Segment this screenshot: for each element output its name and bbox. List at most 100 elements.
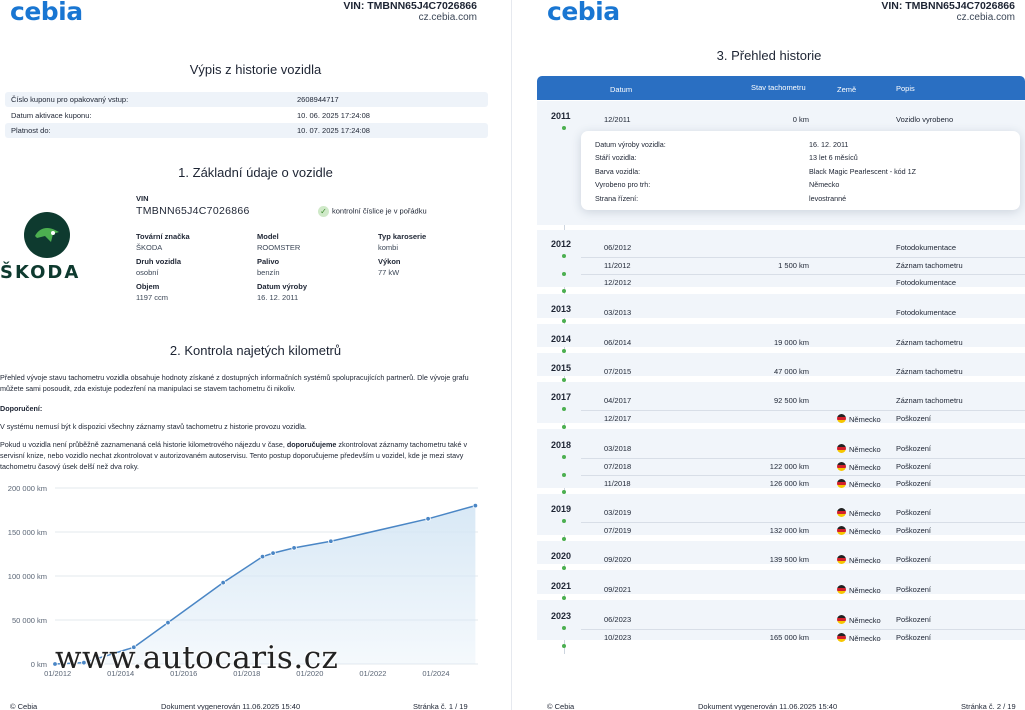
history-description: Záznam tachometru (896, 338, 963, 347)
section-basic-info-title: 1. Základní údaje o vozidle (178, 165, 333, 180)
history-table-header: Datum Stav tachometru Země Popis (537, 76, 1025, 100)
history-country: Německo (837, 525, 881, 536)
header-site[interactable]: cz.cebia.com (881, 12, 1015, 24)
recommendation-detail-a: Pokud u vozidla není průběžně zaznamenan… (0, 440, 287, 449)
detail-value: 16. 12. 2011 (809, 140, 849, 149)
coupon-key: Datum aktivace kuponu: (11, 111, 92, 120)
row-separator (581, 628, 1025, 630)
header-vin: VIN: TMBNN65J4C7026866 (343, 0, 477, 12)
year-label: 2011 (551, 111, 571, 121)
germany-flag-icon (837, 479, 846, 488)
germany-flag-icon (837, 525, 846, 535)
history-country-name: Německo (849, 462, 881, 472)
chart-y-tick-label: 0 km (31, 660, 47, 669)
history-odometer: 165 000 km (769, 632, 809, 642)
history-country: Německo (837, 615, 881, 625)
footer-generated: Dokument vygenerován 11.06.2025 15:40 (161, 702, 301, 710)
row-separator (581, 409, 1025, 411)
germany-flag-icon (837, 555, 846, 564)
timeline-dot (562, 455, 566, 459)
year-label: 2023 (551, 611, 572, 621)
chart-x-tick-label: 01/2024 (422, 669, 449, 678)
history-date: 06/2012 (604, 243, 632, 252)
history-country-name: Německo (849, 633, 881, 643)
row-separator (581, 457, 1025, 459)
history-country-name: Německo (849, 480, 881, 489)
section-mileage-title: 2. Kontrola najetých kilometrů (169, 343, 342, 358)
history-odometer: 139 500 km (769, 555, 809, 564)
history-date: 09/2020 (604, 555, 632, 564)
year-label: 2017 (551, 392, 572, 402)
history-date: 11/2018 (604, 479, 631, 488)
spec-key: Palivo (257, 257, 280, 266)
header-site[interactable]: cz.cebia.com (343, 12, 477, 24)
history-date: 06/2023 (604, 615, 632, 624)
history-date: 12/2011 (604, 115, 631, 124)
mileage-intro-text: Přehled vývoje stavu tachometru vozidla … (0, 373, 469, 393)
chart-data-point (291, 545, 297, 551)
history-date: 06/2014 (604, 338, 632, 347)
history-description: Poškození (896, 525, 932, 535)
history-description: Poškození (896, 508, 932, 517)
year-label: 2018 (551, 440, 572, 450)
timeline-dot (562, 626, 566, 630)
history-date: 12/2017 (604, 413, 632, 423)
history-date: 07/2015 (604, 367, 632, 376)
recommendation-label: Doporučení: (0, 404, 43, 413)
history-description: Poškození (896, 444, 932, 453)
germany-flag-icon (837, 632, 846, 642)
germany-flag-icon (837, 444, 846, 453)
history-description: Poškození (896, 585, 932, 594)
history-odometer: 92 500 km (773, 396, 809, 405)
history-date: 03/2013 (604, 308, 632, 317)
vin-value: TMBNN65J4C7026866 (136, 205, 250, 217)
history-country-name: Německo (849, 526, 881, 536)
history-date: 11/2012 (604, 260, 631, 270)
column-description: Popis (896, 84, 915, 93)
history-description: Záznam tachometru (896, 367, 963, 376)
chart-data-point (328, 538, 334, 544)
history-description: Fotodokumentace (896, 308, 957, 317)
chart-data-point (165, 619, 171, 626)
footer-copyright: © Cebia (10, 702, 38, 710)
skoda-wordmark: ŠKODA (0, 262, 81, 283)
report-page-1: cebia VIN: TMBNN65J4C7026866 cz.cebia.co… (0, 0, 512, 710)
spec-value: osobní (136, 268, 159, 277)
history-description: Poškození (896, 555, 932, 564)
footer-page-number: Stránka č. 1 / 19 (413, 702, 468, 710)
page-title: Výpis z historie vozidla (189, 62, 322, 77)
spec-key: Objem (136, 282, 160, 291)
column-odometer: Stav tachometru (751, 83, 806, 92)
spec-value: 16. 12. 2011 (257, 293, 299, 302)
check-icon: ✓ (318, 206, 329, 217)
report-page-2: cebia VIN: TMBNN65J4C7026866 cz.cebia.co… (513, 0, 1025, 710)
germany-flag-icon (837, 585, 846, 594)
history-odometer: 1 500 km (778, 260, 809, 270)
coupon-value: 2608944717 (297, 95, 339, 104)
history-country: Německo (837, 555, 881, 565)
chart-x-tick-label: 01/2022 (359, 669, 386, 678)
year-label: 2013 (551, 304, 572, 314)
header-vin: VIN: TMBNN65J4C7026866 (881, 0, 1015, 12)
history-description: Záznam tachometru (896, 396, 963, 405)
history-date: 07/2018 (604, 461, 632, 471)
germany-flag-icon (837, 461, 846, 471)
vin-label: VIN (136, 194, 149, 203)
chart-y-tick-label: 150 000 km (8, 528, 47, 537)
coupon-row: Datum aktivace kuponu: 10. 06. 2025 17:2… (5, 108, 488, 123)
spec-value: 77 kW (378, 268, 400, 277)
year-label: 2020 (551, 551, 572, 561)
year-label: 2012 (551, 239, 572, 249)
timeline-dot (562, 319, 566, 323)
timeline-dot (562, 289, 566, 293)
history-odometer: 47 000 km (773, 367, 809, 376)
chart-data-point (472, 502, 479, 509)
spec-key: Typ karoserie (378, 232, 427, 241)
chart-data-point (220, 579, 226, 586)
timeline-dot (562, 643, 566, 648)
detail-key: Vyrobeno pro trh: (595, 180, 651, 189)
history-odometer: 122 000 km (769, 461, 809, 471)
history-description: Poškození (896, 632, 932, 642)
history-country: Německo (837, 479, 881, 489)
skoda-arrow-icon (35, 228, 59, 242)
